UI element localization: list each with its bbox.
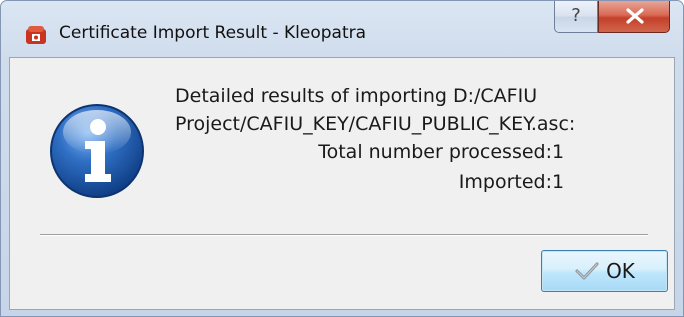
message-line: Detailed results of importing D:/CAFIU — [175, 85, 538, 107]
kleopatra-app-icon — [26, 26, 46, 44]
dialog-window: Certificate Import Result - Kleopatra ? — [0, 0, 684, 317]
help-icon: ? — [571, 5, 581, 26]
result-row-total: Total number processed: 1 — [175, 138, 655, 168]
help-button[interactable]: ? — [554, 1, 598, 33]
ok-button-label: OK — [606, 259, 635, 283]
divider — [40, 234, 648, 236]
result-label: Imported: — [458, 171, 552, 193]
result-value: 1 — [552, 171, 565, 193]
result-row-imported: Imported: 1 — [175, 168, 655, 198]
title-bar[interactable]: Certificate Import Result - Kleopatra ? — [1, 1, 683, 57]
information-icon — [50, 104, 144, 198]
close-icon — [626, 8, 644, 24]
dialog-body: Detailed results of importing D:/CAFIU P… — [9, 57, 675, 310]
result-message: Detailed results of importing D:/CAFIU P… — [175, 82, 655, 198]
window-title: Certificate Import Result - Kleopatra — [59, 23, 367, 43]
result-label: Total number processed: — [318, 141, 552, 163]
ok-button[interactable]: OK — [541, 250, 668, 292]
result-value: 1 — [552, 141, 565, 163]
message-line: Project/CAFIU_KEY/CAFIU_PUBLIC_KEY.asc: — [175, 113, 576, 135]
checkmark-icon — [575, 262, 599, 279]
close-button[interactable] — [598, 1, 670, 33]
